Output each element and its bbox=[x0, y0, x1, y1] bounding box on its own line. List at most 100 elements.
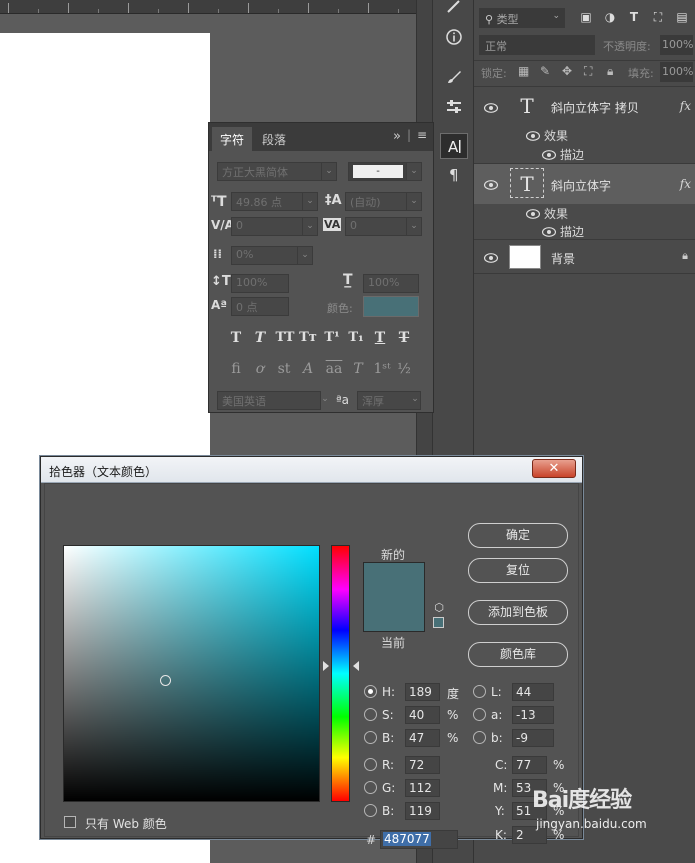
stylistic-alternates-icon[interactable]: aa bbox=[323, 360, 345, 378]
old-style-icon[interactable]: ơ bbox=[251, 360, 269, 378]
saturation-brightness-field[interactable] bbox=[63, 545, 320, 802]
superscript-icon[interactable]: T¹ bbox=[323, 329, 341, 347]
visibility-eye-icon[interactable] bbox=[483, 179, 499, 190]
underline-icon[interactable]: T bbox=[371, 329, 389, 347]
faux-italic-icon[interactable]: T bbox=[251, 329, 269, 347]
faux-bold-icon[interactable]: T bbox=[227, 329, 245, 347]
fill-input[interactable]: 100% bbox=[660, 62, 693, 82]
close-button[interactable]: ✕ bbox=[532, 459, 576, 478]
chevron-down-icon[interactable]: ⌄ bbox=[317, 391, 333, 410]
add-to-swatches-button[interactable]: 添加到色板 bbox=[468, 600, 568, 625]
hue-input[interactable]: 189 bbox=[405, 683, 440, 701]
horizontal-scale-input[interactable]: 100% bbox=[363, 274, 419, 293]
stroke-visibility-eye-icon[interactable] bbox=[541, 226, 557, 237]
language-select[interactable]: 美国英语 bbox=[217, 391, 321, 410]
layer-name[interactable]: 斜向立体字 拷贝 bbox=[551, 99, 639, 116]
filter-shape-icon[interactable]: ⛶ bbox=[650, 9, 666, 25]
brightness-input[interactable]: 47 bbox=[405, 729, 440, 747]
blue-radio[interactable] bbox=[364, 804, 377, 817]
hue-radio[interactable] bbox=[364, 685, 377, 698]
kerning-input[interactable]: 0 bbox=[231, 217, 305, 236]
panel-menu-icon[interactable]: ≡ bbox=[417, 128, 427, 142]
ok-button[interactable]: 确定 bbox=[468, 523, 568, 548]
brush-icon[interactable] bbox=[440, 64, 468, 90]
hex-input[interactable]: 487077 bbox=[380, 830, 458, 849]
layer-row-selected[interactable]: T 斜向立体字 fx 效果 描边 bbox=[474, 164, 695, 240]
filter-adjustment-icon[interactable]: ◑ bbox=[602, 9, 618, 25]
effects-visibility-eye-icon[interactable] bbox=[525, 208, 541, 219]
color-libraries-button[interactable]: 颜色库 bbox=[468, 642, 568, 667]
leading-input[interactable]: (自动) bbox=[345, 192, 407, 211]
chevron-down-icon[interactable]: ⌄ bbox=[302, 192, 318, 211]
dialog-titlebar[interactable]: 拾色器（文本颜色） ✕ bbox=[41, 457, 582, 483]
opacity-input[interactable]: 100% bbox=[660, 35, 693, 55]
hue-slider-left-arrow-icon[interactable] bbox=[323, 661, 329, 672]
chevron-down-icon[interactable]: ⌄ bbox=[297, 246, 313, 265]
filter-smart-object-icon[interactable]: ▤ bbox=[674, 9, 690, 25]
green-radio[interactable] bbox=[364, 781, 377, 794]
chevron-down-icon[interactable]: ⌄ bbox=[302, 217, 318, 236]
current-color-swatch[interactable] bbox=[363, 596, 425, 632]
brush-tool-top-icon[interactable] bbox=[440, 0, 468, 14]
lab-b-radio[interactable] bbox=[473, 731, 486, 744]
hue-slider-right-arrow-icon[interactable] bbox=[353, 661, 359, 672]
adjustments-icon[interactable] bbox=[440, 94, 468, 120]
reset-button[interactable]: 复位 bbox=[468, 558, 568, 583]
layer-name[interactable]: 斜向立体字 bbox=[551, 177, 611, 194]
green-input[interactable]: 112 bbox=[405, 779, 440, 797]
text-color-swatch[interactable] bbox=[363, 296, 419, 317]
font-size-input[interactable]: 49.86 点 bbox=[231, 192, 305, 211]
fx-icon[interactable]: fx bbox=[680, 99, 691, 113]
lab-l-radio[interactable] bbox=[473, 685, 486, 698]
lab-a-input[interactable]: -13 bbox=[512, 706, 554, 724]
collapse-icon[interactable]: » bbox=[393, 129, 401, 144]
saturation-radio[interactable] bbox=[364, 708, 377, 721]
hue-slider[interactable] bbox=[331, 545, 350, 802]
web-safe-color-swatch[interactable] bbox=[433, 617, 444, 628]
layer-row[interactable]: T 斜向立体字 拷贝 fx 效果 描边 bbox=[474, 87, 695, 164]
lock-artboard-icon[interactable]: ⛶ bbox=[584, 64, 592, 79]
lab-l-input[interactable]: 44 bbox=[512, 683, 554, 701]
cyan-input[interactable]: 77 bbox=[512, 756, 547, 774]
chevron-down-icon[interactable]: ⌄ bbox=[406, 162, 422, 181]
lab-b-input[interactable]: -9 bbox=[512, 729, 554, 747]
saturation-input[interactable]: 40 bbox=[405, 706, 440, 724]
font-style-select[interactable]: - bbox=[348, 162, 414, 181]
layer-name[interactable]: 背景 bbox=[551, 250, 575, 267]
out-of-gamut-cube-icon[interactable]: ⬡ bbox=[433, 602, 445, 614]
web-colors-only-checkbox[interactable] bbox=[64, 816, 76, 828]
lock-image-icon[interactable]: ✎ bbox=[540, 64, 550, 78]
small-caps-icon[interactable]: Tт bbox=[299, 329, 317, 347]
tab-paragraph[interactable]: 段落 bbox=[254, 127, 294, 151]
blue-input[interactable]: 119 bbox=[405, 802, 440, 820]
lock-position-icon[interactable]: ✥ bbox=[562, 64, 572, 78]
paragraph-panel-icon[interactable]: ¶ bbox=[440, 161, 468, 187]
titling-alternates-icon[interactable]: T bbox=[349, 360, 367, 378]
fx-icon[interactable]: fx bbox=[680, 177, 691, 191]
strikethrough-icon[interactable]: T bbox=[395, 329, 413, 347]
ordinals-icon[interactable]: 1ˢᵗ bbox=[371, 360, 393, 378]
chevron-down-icon[interactable]: ⌄ bbox=[321, 162, 337, 181]
brightness-radio[interactable] bbox=[364, 731, 377, 744]
red-input[interactable]: 72 bbox=[405, 756, 440, 774]
layer-filter-kind-select[interactable]: ⚲ 类型 ⌄ bbox=[479, 8, 565, 28]
red-radio[interactable] bbox=[364, 758, 377, 771]
vertical-scale-input[interactable]: 100% bbox=[231, 274, 289, 293]
visibility-eye-icon[interactable] bbox=[483, 252, 499, 263]
info-icon[interactable] bbox=[440, 24, 468, 50]
layer-row-background[interactable]: 背景 🔒︎ bbox=[474, 240, 695, 274]
font-family-select[interactable]: 方正大黑简体 bbox=[217, 162, 323, 181]
lock-all-icon[interactable]: 🔒︎ bbox=[607, 64, 613, 79]
all-caps-icon[interactable]: TT bbox=[275, 329, 295, 347]
fractions-icon[interactable]: ½ bbox=[395, 360, 413, 378]
blend-mode-select[interactable]: 正常 bbox=[479, 35, 595, 55]
baseline-shift-input[interactable]: 0 点 bbox=[231, 297, 289, 316]
swash-icon[interactable]: A bbox=[299, 360, 317, 378]
visibility-eye-icon[interactable] bbox=[483, 102, 499, 113]
filter-type-icon[interactable]: T bbox=[626, 9, 642, 25]
lab-a-radio[interactable] bbox=[473, 708, 486, 721]
chevron-down-icon[interactable]: ⌄ bbox=[406, 192, 422, 211]
tsume-input[interactable]: 0% bbox=[231, 246, 299, 265]
tab-character[interactable]: 字符 bbox=[212, 127, 253, 151]
discretionary-ligatures-icon[interactable]: st bbox=[275, 360, 293, 378]
